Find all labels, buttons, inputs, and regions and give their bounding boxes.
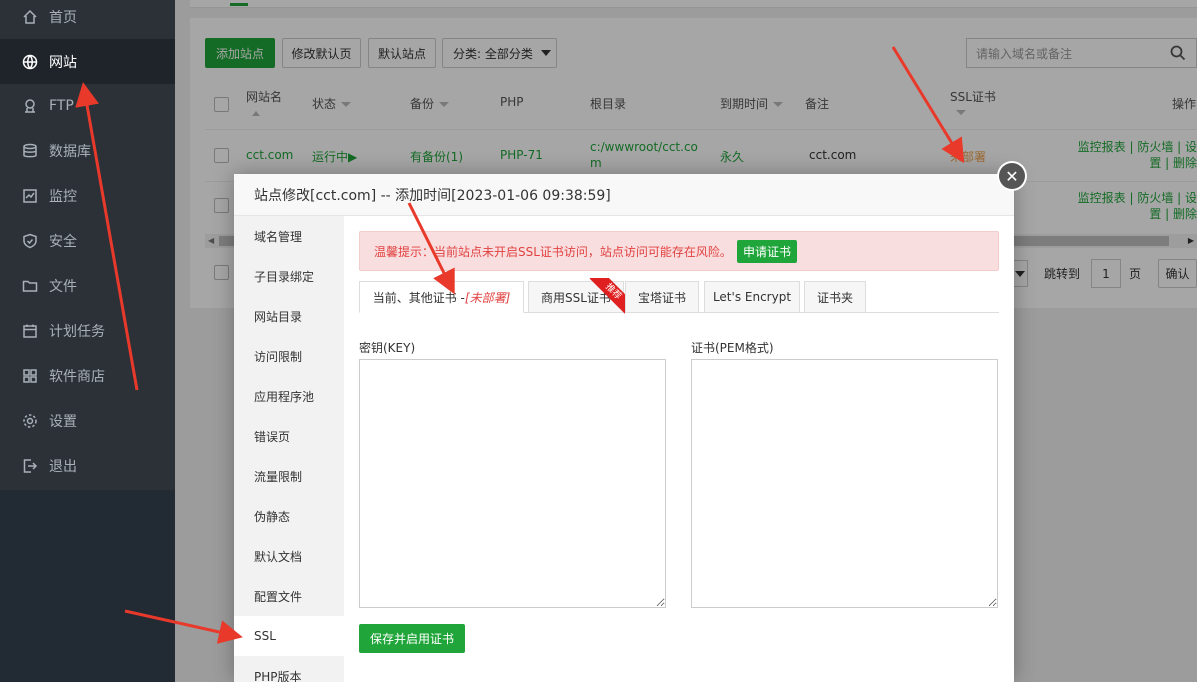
recommend-ribbon: 推荐 [589, 278, 625, 314]
sidebar-item-logout[interactable]: 退出 [0, 443, 175, 488]
site-edit-modal: 站点修改[cct.com] -- 添加时间[2023-01-06 09:38:5… [234, 174, 1014, 682]
menu-item-access-limit[interactable]: 访问限制 [234, 336, 344, 376]
sidebar-item-cron[interactable]: 计划任务 [0, 308, 175, 353]
folder-icon [22, 278, 38, 294]
monitor-icon [22, 188, 38, 204]
sidebar-item-label: 计划任务 [49, 323, 105, 340]
sidebar-nav: 首页 网站 FTP 数据库 监控 安全 文件 计划任务 软件商店 设置 退出 [0, 0, 175, 490]
modal-title: 站点修改[cct.com] -- 添加时间[2023-01-06 09:38:5… [234, 174, 1014, 216]
sidebar-item-label: 软件商店 [49, 368, 105, 385]
sidebar-item-label: 首页 [49, 9, 77, 26]
menu-item-php-version[interactable]: PHP版本 [234, 656, 344, 682]
menu-item-domain[interactable]: 域名管理 [234, 216, 344, 256]
close-icon: ✕ [999, 163, 1025, 189]
sidebar-item-label: 数据库 [49, 143, 91, 160]
database-icon [22, 143, 38, 159]
sidebar-item-home[interactable]: 首页 [0, 0, 175, 39]
sidebar-item-label: 网站 [49, 54, 77, 71]
calendar-icon [22, 323, 38, 339]
sidebar-item-monitor[interactable]: 监控 [0, 173, 175, 218]
shield-icon [22, 233, 38, 249]
menu-item-rewrite[interactable]: 伪静态 [234, 496, 344, 536]
ssl-tabs: 当前、其他证书 - [未部署] 商用SSL证书 推荐 宝塔证书 Let's En… [359, 278, 999, 314]
apply-cert-button[interactable]: 申请证书 [736, 239, 797, 263]
ftp-icon [22, 98, 38, 114]
menu-item-config-file[interactable]: 配置文件 [234, 576, 344, 616]
sidebar-item-website[interactable]: 网站 [0, 39, 175, 84]
tab-cert-folder[interactable]: 证书夹 [804, 281, 866, 313]
tab-cert-status: [未部署] [464, 290, 511, 305]
ssl-warning-alert: 温馨提示：当前站点未开启SSL证书访问，站点访问可能存在风险。 申请证书 [359, 231, 999, 271]
sidebar-item-ftp[interactable]: FTP [0, 83, 175, 128]
close-modal-button[interactable]: ✕ [997, 161, 1027, 191]
sidebar-item-label: 文件 [49, 278, 77, 295]
grid-icon [22, 368, 38, 384]
menu-item-error-page[interactable]: 错误页 [234, 416, 344, 456]
menu-item-subdir[interactable]: 子目录绑定 [234, 256, 344, 296]
home-icon [22, 9, 38, 25]
sidebar-item-label: 设置 [49, 413, 77, 430]
sidebar: 首页 网站 FTP 数据库 监控 安全 文件 计划任务 软件商店 设置 退出 [0, 0, 175, 682]
menu-item-site-dir[interactable]: 网站目录 [234, 296, 344, 336]
sidebar-item-label: 安全 [49, 233, 77, 250]
key-textarea[interactable] [359, 359, 666, 608]
tab-lets-encrypt[interactable]: Let's Encrypt [704, 281, 800, 313]
cert-label: 证书(PEM格式) [691, 341, 774, 355]
tab-baota-cert[interactable]: 宝塔证书 [625, 281, 699, 313]
tab-current-cert[interactable]: 当前、其他证书 - [未部署] [359, 281, 524, 313]
gear-icon [22, 413, 38, 429]
save-enable-cert-button[interactable]: 保存并启用证书 [359, 624, 465, 653]
menu-item-ssl[interactable]: SSL [234, 616, 344, 656]
menu-item-traffic-limit[interactable]: 流量限制 [234, 456, 344, 496]
sidebar-item-files[interactable]: 文件 [0, 263, 175, 308]
menu-item-default-doc[interactable]: 默认文档 [234, 536, 344, 576]
sidebar-item-label: 退出 [49, 458, 77, 475]
logout-icon [22, 458, 38, 474]
sidebar-item-settings[interactable]: 设置 [0, 398, 175, 443]
modal-side-menu: 域名管理 子目录绑定 网站目录 访问限制 应用程序池 错误页 流量限制 伪静态 … [234, 216, 344, 682]
sidebar-item-label: FTP [49, 97, 74, 114]
sidebar-item-label: 监控 [49, 188, 77, 205]
sidebar-item-database[interactable]: 数据库 [0, 128, 175, 173]
cert-textarea[interactable] [691, 359, 998, 608]
warning-text: 温馨提示：当前站点未开启SSL证书访问，站点访问可能存在风险。 [374, 244, 732, 259]
tab-commercial-ssl[interactable]: 商用SSL证书 推荐 [528, 278, 625, 314]
sidebar-item-security[interactable]: 安全 [0, 218, 175, 263]
key-label: 密钥(KEY) [359, 341, 416, 355]
sidebar-item-store[interactable]: 软件商店 [0, 353, 175, 398]
globe-icon [22, 54, 38, 70]
menu-item-app-pool[interactable]: 应用程序池 [234, 376, 344, 416]
